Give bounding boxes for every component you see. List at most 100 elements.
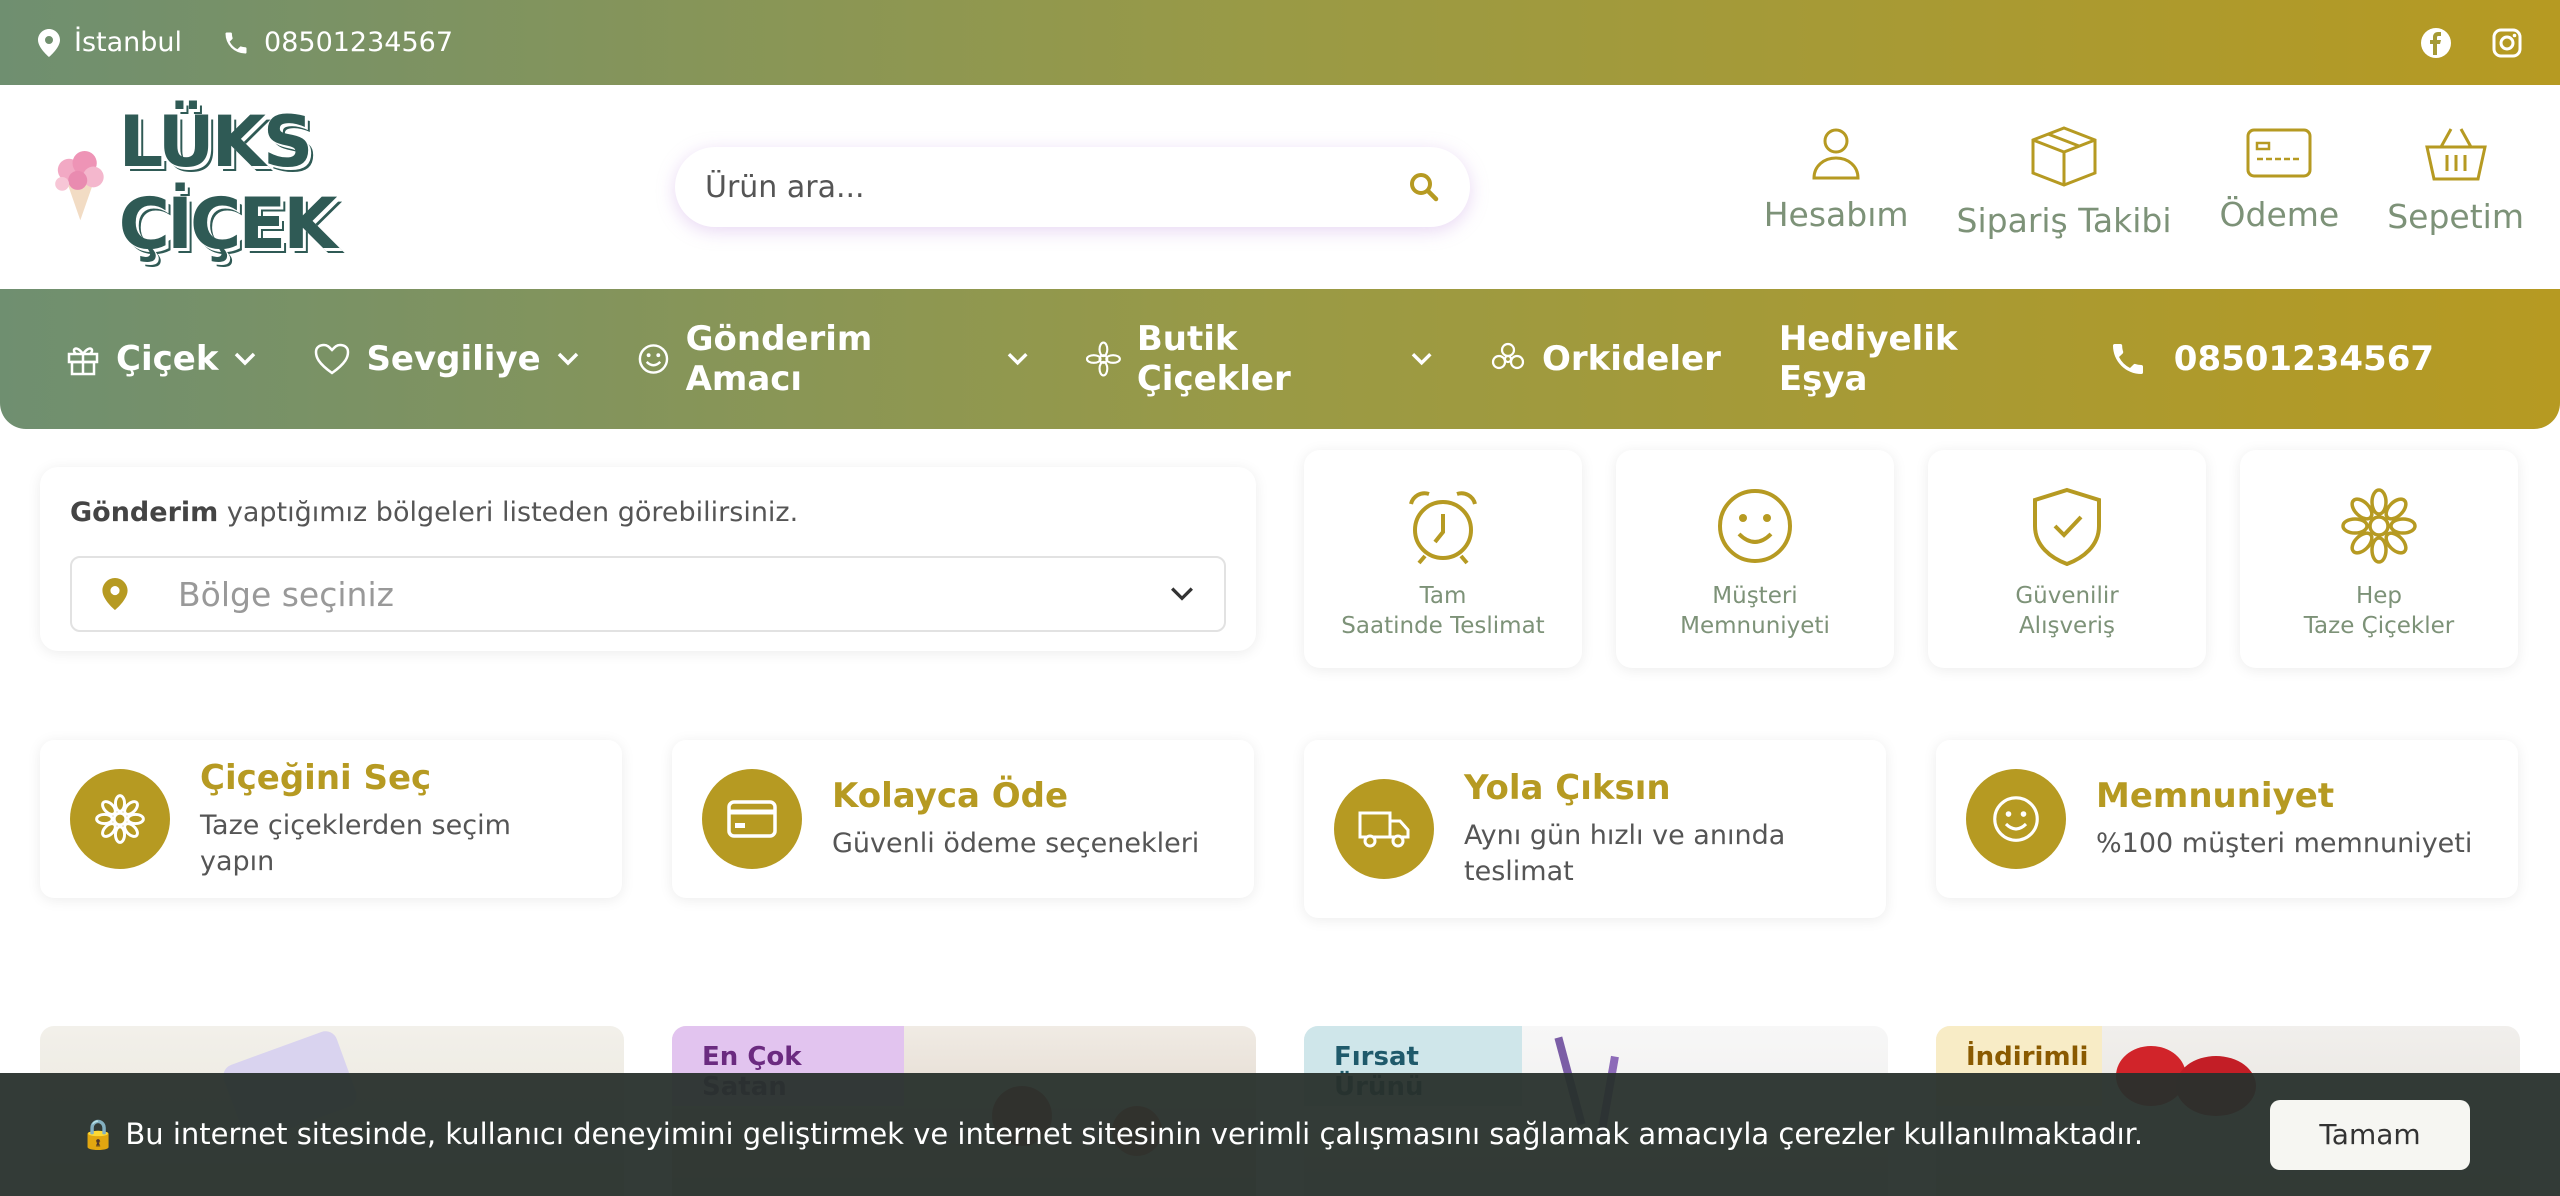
smile-icon: [1718, 489, 1792, 563]
credit-card-icon: [727, 800, 777, 838]
map-pin-icon: [38, 28, 60, 57]
region-description-bold: Gönderim: [70, 497, 219, 528]
step-easy-payment: Kolayca Öde Güvenli ödeme seçenekleri: [672, 740, 1254, 898]
account-link[interactable]: Hesabım: [1764, 125, 1909, 240]
location: İstanbul: [38, 27, 182, 58]
basket-icon: [2424, 128, 2487, 181]
feature-fresh-flowers: Hep Taze Çiçekler: [2240, 450, 2518, 668]
top-phone[interactable]: 08501234567: [222, 27, 453, 58]
step-icon-circle: [1334, 779, 1434, 879]
step-satisfaction: Memnuniyet %100 müşteri memnuniyeti: [1936, 740, 2518, 898]
order-tracking-link[interactable]: Sipariş Takibi: [1957, 125, 2172, 240]
facebook-icon[interactable]: [2420, 27, 2452, 59]
search-box: [675, 147, 1470, 227]
daisy-icon: [95, 794, 145, 844]
feature-label-line2: Alışveriş: [2018, 612, 2116, 639]
payment-link[interactable]: Ödeme: [2219, 125, 2340, 240]
chevron-down-icon: [1171, 587, 1193, 601]
nav-item-cicek[interactable]: Çiçek: [66, 339, 256, 379]
bouquet-logo-icon: [55, 150, 104, 221]
feature-customer-satisfaction: Müşteri Memnuniyeti: [1616, 450, 1894, 668]
feature-label-line2: Memnuniyeti: [1680, 612, 1830, 639]
card-icon: [2246, 128, 2312, 178]
payment-label: Ödeme: [2219, 195, 2340, 234]
nav-item-hediyelik-esya[interactable]: Hediyelik Eşya: [1779, 319, 2050, 399]
step-choose-flower: Çiçeğini Seç Taze çiçeklerden seçim yapı…: [40, 740, 622, 898]
header-links: Hesabım Sipariş Takibi Ödeme Sepetim: [1764, 125, 2524, 240]
step-title: Yola Çıksın: [1464, 767, 1671, 808]
feature-label-line1: Tam: [1419, 583, 1467, 609]
orchid-icon: [1491, 342, 1525, 370]
feature-on-time-delivery: Tam Saatinde Teslimat: [1304, 450, 1582, 668]
nav-phone-number: 08501234567: [2173, 339, 2435, 379]
map-pin-icon: [102, 578, 128, 610]
box-icon: [2031, 126, 2097, 187]
site-header: LÜKS ÇİÇEK Hesabım Sipariş Takibi Ödeme …: [0, 85, 2560, 289]
site-logo[interactable]: LÜKS ÇİÇEK: [50, 101, 490, 265]
nav-item-gonderim-amaci[interactable]: Gönderim Amacı: [637, 319, 1028, 399]
main-nav: Çiçek Sevgiliye Gönderim Amacı Butik Çiç…: [0, 289, 2560, 429]
step-icon-circle: [70, 769, 170, 869]
step-subtitle: Aynı gün hızlı ve anında teslimat: [1464, 819, 1786, 887]
nav-label-sevgiliye: Sevgiliye: [366, 339, 541, 379]
nav-item-sevgiliye[interactable]: Sevgiliye: [314, 339, 578, 379]
logo-text: LÜKS ÇİÇEK: [118, 101, 338, 265]
social-links: [2420, 27, 2522, 59]
instagram-icon[interactable]: [2492, 28, 2522, 58]
nav-label-butik-cicekler: Butik Çiçekler: [1136, 319, 1291, 399]
truck-icon: [1358, 811, 1410, 848]
chevron-down-icon: [1411, 352, 1432, 366]
daisy-icon: [2341, 488, 2417, 564]
region-description-rest: yaptığımız bölgeleri listeden görebilirs…: [218, 497, 799, 528]
nav-item-butik-cicekler[interactable]: Butik Çiçekler: [1086, 319, 1432, 399]
top-bar: İstanbul 08501234567: [0, 0, 2560, 85]
order-tracking-label: Sipariş Takibi: [1956, 201, 2172, 240]
step-subtitle: Güvenli ödeme seçenekleri: [832, 827, 1200, 859]
step-title: Kolayca Öde: [832, 775, 1069, 816]
smile-icon: [1993, 796, 2039, 842]
nav-label-cicek: Çiçek: [116, 339, 219, 379]
smile-icon: [638, 344, 668, 374]
step-icon-circle: [1966, 769, 2066, 869]
alarm-clock-icon: [1409, 491, 1477, 565]
search-input[interactable]: [705, 169, 1408, 205]
account-label: Hesabım: [1763, 195, 1909, 234]
chevron-down-icon: [1007, 352, 1028, 366]
feature-secure-shopping: Güvenilir Alışveriş: [1928, 450, 2206, 668]
city-label: İstanbul: [74, 27, 183, 58]
phone-icon: [2112, 344, 2143, 374]
nav-label-orkideler: Orkideler: [1542, 339, 1721, 379]
step-title: Memnuniyet: [2096, 775, 2335, 816]
nav-phone[interactable]: 08501234567: [2108, 339, 2434, 379]
nav-item-orkideler[interactable]: Orkideler: [1490, 339, 1721, 379]
cart-link[interactable]: Sepetim: [2387, 125, 2524, 240]
chevron-down-icon: [235, 352, 256, 366]
step-title: Çiçeğini Seç: [200, 757, 432, 798]
nav-label-hediyelik-esya: Hediyelik Eşya: [1778, 319, 1958, 399]
top-phone-number: 08501234567: [264, 27, 453, 58]
gift-icon: [67, 347, 99, 376]
step-subtitle: Taze çiçeklerden seçim yapın: [200, 809, 511, 877]
region-description: Gönderim yaptığımız bölgeleri listeden g…: [70, 497, 1226, 528]
phone-icon: [225, 32, 247, 53]
step-icon-circle: [702, 769, 802, 869]
heart-icon: [315, 343, 350, 375]
nav-label-gonderim-amaci: Gönderim Amacı: [685, 319, 873, 399]
feature-label-line1: Hep: [2355, 583, 2403, 609]
region-select-placeholder: Bölge seçiniz: [178, 574, 394, 614]
search-icon[interactable]: [1408, 171, 1440, 203]
flower-icon: [1086, 341, 1121, 377]
shield-check-icon: [2033, 487, 2101, 566]
cart-label: Sepetim: [2387, 197, 2524, 236]
cookie-accept-button[interactable]: Tamam: [2270, 1099, 2470, 1170]
feature-label-line2: Taze Çiçekler: [2303, 612, 2455, 639]
step-subtitle: %100 müşteri memnuniyeti: [2096, 827, 2473, 859]
feature-label-line1: Müşteri: [1712, 583, 1798, 609]
region-select[interactable]: Bölge seçiniz: [70, 556, 1226, 632]
feature-label-line1: Güvenilir: [2015, 583, 2119, 609]
cookie-banner: 🔒 Bu internet sitesinde, kullanıcı deney…: [0, 1073, 2560, 1196]
step-on-the-way: Yola Çıksın Aynı gün hızlı ve anında tes…: [1304, 740, 1886, 918]
cookie-message: 🔒 Bu internet sitesinde, kullanıcı deney…: [80, 1117, 2144, 1151]
chevron-down-icon: [557, 352, 578, 366]
delivery-region-panel: Gönderim yaptığımız bölgeleri listeden g…: [40, 467, 1256, 651]
